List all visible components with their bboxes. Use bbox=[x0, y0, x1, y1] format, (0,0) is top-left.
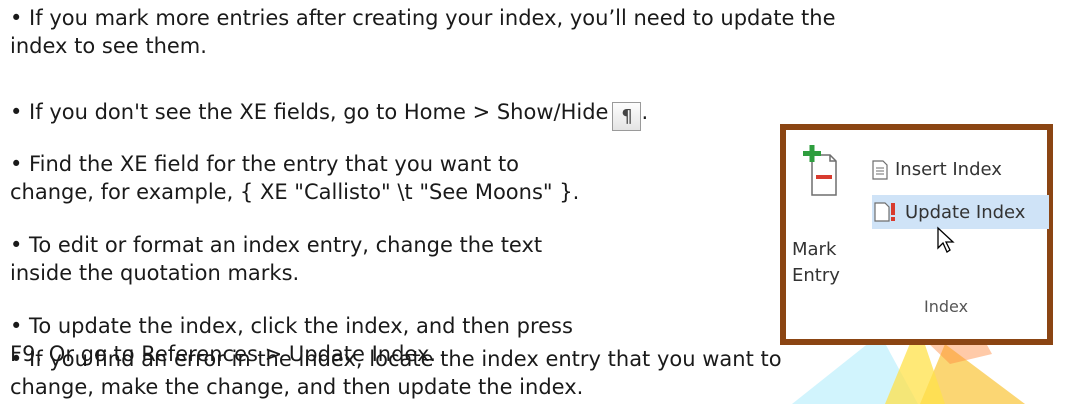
bullet-edit-entry: • To edit or format an index entry, chan… bbox=[10, 233, 543, 285]
index-ribbon-group: Mark Entry Insert Index Update Index Ind… bbox=[780, 124, 1053, 345]
bullet-update-after-marking: • If you mark more entries after creatin… bbox=[10, 6, 836, 58]
mark-entry-icon bbox=[803, 145, 837, 196]
update-index-icon bbox=[874, 202, 895, 222]
pilcrow-icon: ¶ bbox=[621, 106, 633, 127]
bullet-find-xe-field: • Find the XE field for the entry that y… bbox=[10, 152, 580, 204]
show-hide-button[interactable]: ¶ bbox=[612, 102, 642, 131]
bullet-fix-error: • If you find an error in the index, loc… bbox=[10, 347, 782, 399]
insert-index-button[interactable]: Insert Index bbox=[872, 159, 1002, 180]
insert-index-icon bbox=[872, 159, 888, 180]
group-label: Index bbox=[924, 297, 969, 316]
mouse-pointer-icon bbox=[937, 226, 955, 253]
bullet-show-xe-fields: • If you don't see the XE fields, go to … bbox=[10, 98, 648, 131]
update-index-button[interactable]: Update Index bbox=[872, 195, 1049, 229]
